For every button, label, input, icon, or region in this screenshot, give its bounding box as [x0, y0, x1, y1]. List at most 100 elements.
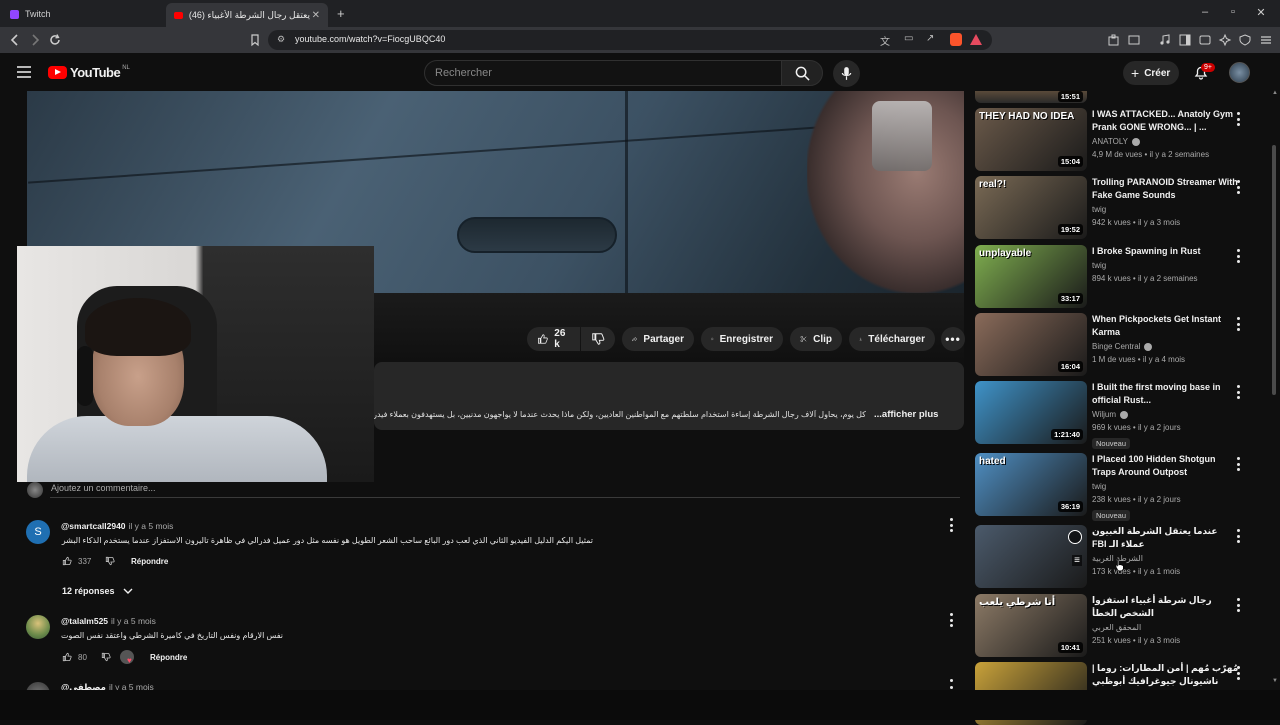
search-button[interactable]: [781, 60, 823, 86]
new-tab-button[interactable]: +: [337, 6, 345, 21]
share-page-icon[interactable]: ↗: [926, 33, 934, 44]
video-title[interactable]: مُهرّب مُهم | أمن المطارات: روما | ناشيو…: [1092, 662, 1242, 688]
channel-name[interactable]: Binge Central: [1092, 342, 1153, 351]
comment-avatar[interactable]: [26, 615, 50, 639]
share-button[interactable]: Partager: [622, 327, 694, 351]
channel-name[interactable]: ANATOLY: [1092, 137, 1141, 146]
video-thumbnail[interactable]: hated 36:19: [975, 453, 1087, 516]
add-comment-input[interactable]: Ajoutez un commentaire...: [51, 483, 156, 493]
vpn-icon[interactable]: [1238, 33, 1252, 47]
reply-button[interactable]: Répondre: [150, 653, 187, 662]
comment-avatar[interactable]: S: [26, 520, 50, 544]
brave-shield-icon[interactable]: [950, 33, 962, 46]
back-icon[interactable]: [8, 33, 22, 47]
video-title[interactable]: I Built the first moving base in officia…: [1092, 381, 1242, 407]
wallet-icon[interactable]: [1198, 33, 1212, 47]
site-info-icon[interactable]: ⚙: [277, 34, 285, 45]
channel-name[interactable]: Wiljum: [1092, 410, 1128, 419]
scrollbar-thumb[interactable]: [1272, 145, 1276, 395]
download-button[interactable]: Télécharger: [849, 327, 935, 351]
video-title[interactable]: I Broke Spawning in Rust: [1092, 245, 1242, 258]
like-button[interactable]: 26 k: [527, 327, 580, 351]
scroll-down-arrow-icon[interactable]: ▼: [1272, 678, 1278, 684]
video-thumbnail[interactable]: 16:04: [975, 313, 1087, 376]
video-thumbnail[interactable]: unplayable 33:17: [975, 245, 1087, 308]
video-title[interactable]: عندما يعتقل الشرطة الغبيون عملاء الـ FBI: [1092, 525, 1242, 551]
address-bar[interactable]: ⚙ youtube.com/watch?v=FiocgUBQC40 文 ▭ ↗: [268, 30, 992, 50]
save-button[interactable]: Enregistrer: [701, 327, 783, 351]
cast-icon[interactable]: ▭: [904, 33, 913, 44]
video-title[interactable]: رجال شرطة أغبياء استفزوا الشخص الخطأ: [1092, 594, 1242, 620]
recommendation-item[interactable]: unplayable 33:17 I Broke Spawning in Rust t…: [975, 245, 1260, 308]
translate-icon[interactable]: 文: [880, 33, 890, 48]
brave-rewards-icon[interactable]: [970, 34, 982, 45]
video-title[interactable]: When Pickpockets Get Instant Karma: [1092, 313, 1242, 339]
clip-button[interactable]: Clip: [790, 327, 842, 351]
thumbs-down-icon[interactable]: [105, 556, 115, 566]
account-avatar[interactable]: [1229, 62, 1250, 83]
video-menu-icon[interactable]: [1236, 317, 1240, 331]
thumbs-up-icon[interactable]: [62, 652, 72, 662]
video-title[interactable]: Trolling PARANOID Streamer With Fake Gam…: [1092, 176, 1242, 202]
hamburger-menu-icon[interactable]: [17, 66, 31, 78]
create-button[interactable]: + Créer: [1123, 61, 1179, 85]
comment-menu-icon[interactable]: [949, 613, 953, 627]
channel-name[interactable]: twig: [1092, 482, 1106, 491]
thumbs-down-icon[interactable]: [101, 652, 111, 662]
thumbs-up-icon[interactable]: [62, 556, 72, 566]
video-description[interactable]: كل يوم، يحاول آلاف رجال الشرطة إساءة است…: [374, 362, 964, 430]
channel-name[interactable]: twig: [1092, 261, 1106, 270]
reply-button[interactable]: Répondre: [131, 557, 168, 566]
channel-name[interactable]: المحقق العربي: [1092, 623, 1141, 632]
channel-name[interactable]: twig: [1092, 205, 1106, 214]
video-menu-icon[interactable]: [1236, 180, 1240, 194]
recommendation-item[interactable]: hated 36:19 I Placed 100 Hidden Shotgun Tr…: [975, 453, 1260, 521]
comment-author[interactable]: @talalm525 il y a 5 mois: [61, 616, 156, 626]
video-thumbnail[interactable]: THEY HAD NO IDEA 15:04: [975, 108, 1087, 171]
recommendation-item[interactable]: أنا شرطي يلعب 10:41 رجال شرطة أغبياء استفز…: [975, 594, 1260, 657]
forward-icon[interactable]: [28, 33, 42, 47]
video-menu-icon[interactable]: [1236, 666, 1240, 680]
video-menu-icon[interactable]: [1236, 457, 1240, 471]
recommendation-item[interactable]: 16:04 When Pickpockets Get Instant Karma B…: [975, 313, 1260, 376]
scroll-up-arrow-icon[interactable]: ▲: [1272, 90, 1278, 96]
recommendation-item[interactable]: ≡ عندما يعتقل الشرطة الغبيون عملاء الـ FB…: [975, 525, 1260, 588]
video-thumbnail[interactable]: ≡: [975, 525, 1087, 588]
video-menu-icon[interactable]: [1236, 385, 1240, 399]
video-menu-icon[interactable]: [1236, 598, 1240, 612]
close-tab-icon[interactable]: ✕: [312, 10, 320, 21]
comment-author[interactable]: @smartcall2940 il y a 5 mois: [61, 521, 173, 531]
youtube-logo[interactable]: YouTube NL: [48, 65, 130, 80]
video-title[interactable]: I Placed 100 Hidden Shotgun Traps Around…: [1092, 453, 1242, 479]
media-icon[interactable]: [1158, 33, 1172, 47]
minimize-button[interactable]: –: [1198, 6, 1212, 18]
maximize-button[interactable]: ▫: [1226, 6, 1240, 18]
voice-search-button[interactable]: [833, 60, 860, 87]
recommendation-item[interactable]: THEY HAD NO IDEA 15:04 I WAS ATTACKED... A…: [975, 108, 1260, 171]
show-more-link[interactable]: ...afficher plus: [874, 409, 938, 420]
sidebar-toggle-icon[interactable]: [1178, 33, 1192, 47]
video-thumbnail[interactable]: أنا شرطي يلعب 10:41: [975, 594, 1087, 657]
video-menu-icon[interactable]: [1236, 529, 1240, 543]
more-actions-button[interactable]: •••: [941, 327, 965, 351]
watch-later-icon[interactable]: [1068, 530, 1082, 544]
extensions-icon[interactable]: [1107, 33, 1121, 47]
recommendation-thumbnail-partial[interactable]: 15:51: [975, 91, 1087, 103]
tab-youtube[interactable]: (46) حين يعتقل رجال الشرطة الأغبياء ✕: [166, 3, 328, 27]
bookmark-icon[interactable]: [248, 33, 262, 47]
replies-toggle[interactable]: 12 réponses: [62, 586, 133, 596]
video-menu-icon[interactable]: [1236, 112, 1240, 126]
reload-icon[interactable]: [48, 33, 62, 47]
video-menu-icon[interactable]: [1236, 249, 1240, 263]
recommendation-item[interactable]: real?! 19:52 Trolling PARANOID Streamer Wi…: [975, 176, 1260, 239]
add-to-queue-icon[interactable]: ≡: [1072, 555, 1082, 566]
leo-ai-icon[interactable]: [1218, 33, 1232, 47]
comment-menu-icon[interactable]: [949, 679, 953, 689]
video-title[interactable]: I WAS ATTACKED... Anatoly Gym Prank GONE…: [1092, 108, 1242, 134]
close-window-button[interactable]: ✕: [1254, 6, 1268, 19]
dislike-button[interactable]: [581, 327, 615, 351]
video-thumbnail[interactable]: 1:21:40: [975, 381, 1087, 444]
screenshot-icon[interactable]: [1127, 33, 1141, 47]
tab-twitch[interactable]: Twitch: [2, 3, 162, 25]
comment-menu-icon[interactable]: [949, 518, 953, 532]
